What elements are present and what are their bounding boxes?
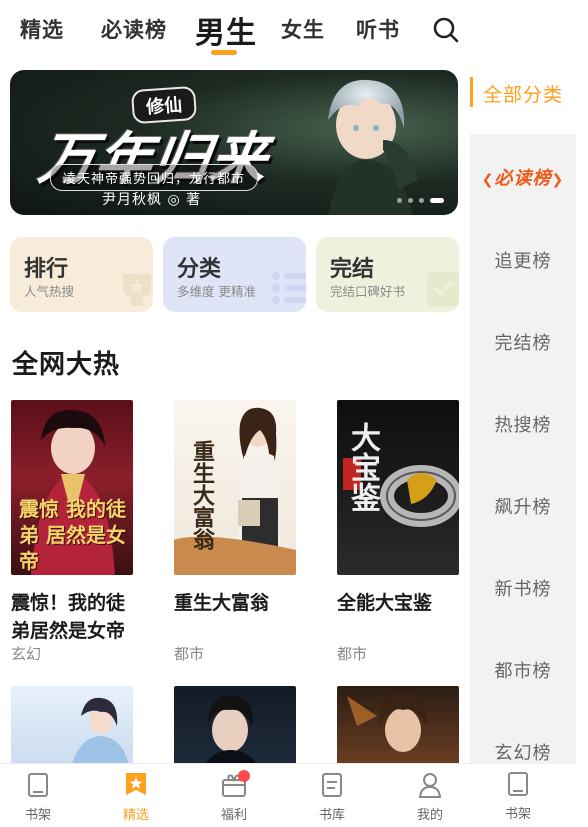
bottom-nav-bar: 书架 精选 福利 书库 我的: [0, 763, 470, 827]
book-title[interactable]: 重生大富翁: [174, 589, 296, 617]
banner-subtitle: 凌天神帝强势回归，龙行都市: [50, 164, 259, 191]
book-cover[interactable]: 重生大富翁: [174, 400, 296, 575]
book-title[interactable]: 全能大宝鉴: [337, 589, 459, 617]
tab-featured[interactable]: 精选: [20, 14, 64, 44]
sidebar-item-label: 必读榜: [494, 168, 552, 189]
book-genre: 玄幻: [11, 645, 42, 663]
completed-card[interactable]: 完结 完结口碑好书: [316, 237, 459, 312]
nav-profile[interactable]: 我的: [400, 770, 460, 823]
laurel-left-icon: ❮: [481, 172, 495, 188]
nav-featured[interactable]: 精选: [106, 770, 166, 823]
book-title[interactable]: 震惊！我的徒弟居然是女帝: [11, 589, 133, 645]
tab-audio[interactable]: 听书: [356, 14, 400, 44]
bookshelf-icon: [28, 773, 48, 797]
book-cover[interactable]: [174, 686, 296, 766]
library-icon: [322, 773, 342, 797]
notification-dot: [238, 770, 250, 782]
category-card-title: 分类: [177, 257, 222, 282]
completed-card-title: 完结: [330, 257, 375, 282]
book-card[interactable]: 重生大富翁 重生大富翁 都市: [174, 400, 296, 663]
book-cover[interactable]: [337, 686, 459, 766]
book-cover[interactable]: 震惊 我的徒弟 居然是女帝: [11, 400, 133, 575]
top-tab-bar: 精选 必读榜 男生 女生 听书: [0, 0, 470, 60]
sidebar-item-updates[interactable]: 追更榜: [470, 247, 576, 273]
sidebar-item-rising[interactable]: 飙升榜: [470, 493, 576, 519]
featured-icon: [126, 773, 146, 795]
ranking-card-subtitle: 人气热搜: [24, 284, 75, 299]
book-cover[interactable]: 大宝鉴: [337, 400, 459, 575]
sidebar-active-indicator: [470, 77, 473, 107]
nav-label: 精选: [122, 808, 149, 823]
profile-icon: [418, 773, 442, 798]
book-cover-text: 震惊 我的徒弟 居然是女帝: [19, 497, 126, 573]
book-cover[interactable]: [11, 686, 133, 766]
tab-female[interactable]: 女生: [281, 14, 325, 44]
nav-label: 书库: [318, 808, 345, 823]
sidebar-all-categories[interactable]: 全部分类: [483, 80, 563, 107]
app-screen: 精选 必读榜 男生 女生 听书 修仙 万年归来 凌天神帝强势回归，龙行都市 尹月…: [0, 0, 588, 827]
book-card[interactable]: 震惊 我的徒弟 居然是女帝 震惊！我的徒弟居然是女帝 玄幻: [11, 400, 133, 663]
category-card[interactable]: 分类 多维度 更精准: [163, 237, 306, 312]
nav-label: 我的: [416, 808, 443, 823]
trophy-icon: [123, 274, 151, 306]
sidebar-item-urban[interactable]: 都市榜: [470, 657, 576, 683]
book-cover-art: [347, 693, 428, 752]
active-tab-indicator: [211, 50, 237, 55]
nav-bookshelf[interactable]: 书架: [8, 770, 68, 823]
carousel-dot: [397, 198, 402, 203]
promo-banner[interactable]: 修仙 万年归来 凌天神帝强势回归，龙行都市 尹月秋枫 ◎ 著: [10, 70, 458, 215]
book-cover-text: 大宝鉴: [345, 422, 380, 512]
nav-label: 书架: [24, 808, 51, 823]
nav-benefits[interactable]: 福利: [204, 770, 264, 823]
book-cover-art: [204, 695, 258, 766]
sidebar-item-completed[interactable]: 完结榜: [470, 329, 576, 355]
sidebar-bookshelf-button[interactable]: 书架: [488, 769, 548, 822]
sidebar-bookshelf-label: 书架: [504, 807, 531, 822]
book-genre: 都市: [174, 645, 205, 663]
completed-card-subtitle: 完结口碑好书: [330, 284, 406, 299]
bookshelf-icon: [508, 772, 528, 796]
list-icon: [272, 272, 306, 304]
tab-must-read[interactable]: 必读榜: [101, 14, 167, 44]
carousel-dot-active: [430, 198, 444, 203]
book-cover-art: [71, 697, 129, 766]
banner-author: 尹月秋枫 ◎ 著: [102, 192, 202, 208]
sidebar-item-new[interactable]: 新书榜: [470, 575, 576, 601]
tab-male[interactable]: 男生: [195, 8, 257, 52]
sidebar-item-fantasy[interactable]: 玄幻榜: [470, 739, 576, 765]
laurel-right-icon: ❯: [551, 172, 565, 188]
sidebar-list: ❮必读榜❯ 追更榜 完结榜 热搜榜 飙升榜 新书榜 都市榜 玄幻榜: [470, 134, 576, 764]
ranking-card-title: 排行: [24, 257, 69, 282]
section-title-hot: 全网大热: [12, 350, 121, 380]
nav-library[interactable]: 书库: [302, 770, 362, 823]
book-cover-text: 重生大富翁: [189, 440, 214, 550]
book-card[interactable]: 大宝鉴 全能大宝鉴 都市: [337, 400, 459, 663]
book-genre: 都市: [337, 645, 368, 663]
sidebar-item-hot-search[interactable]: 热搜榜: [470, 411, 576, 437]
category-card-subtitle: 多维度 更精准: [177, 284, 256, 299]
sidebar-item-must-read[interactable]: ❮必读榜❯: [470, 164, 576, 190]
search-icon[interactable]: [432, 16, 460, 44]
nav-label: 福利: [220, 808, 247, 823]
book-check-icon: [427, 272, 459, 306]
carousel-dot: [408, 198, 413, 203]
carousel-dots: [397, 198, 444, 203]
carousel-dot: [419, 198, 424, 203]
banner-character-illustration: [328, 79, 418, 215]
ranking-card[interactable]: 排行 人气热搜: [10, 237, 153, 312]
